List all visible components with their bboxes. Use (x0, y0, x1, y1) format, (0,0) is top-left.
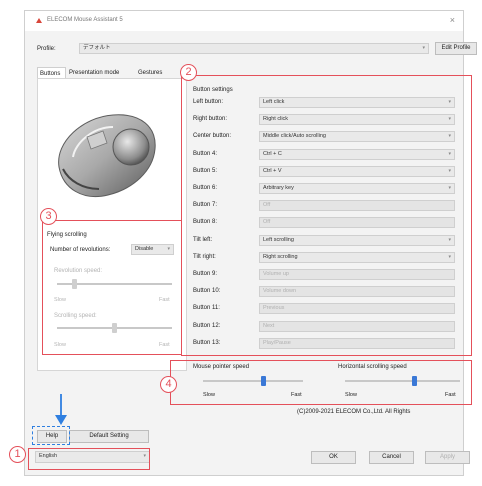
app-icon (36, 18, 42, 23)
trackball-mouse-image (58, 114, 156, 197)
annotation-2: 2 (180, 64, 197, 81)
profile-select[interactable]: デフォルト ▾ (79, 43, 429, 54)
button-settings-highlight (181, 75, 472, 356)
arrow-down-icon (55, 394, 67, 425)
close-icon[interactable]: × (450, 15, 455, 25)
profile-value: デフォルト (83, 45, 111, 51)
copyright-text: (C)2009-2021 ELECOM Co.,Ltd. All Rights (297, 409, 411, 415)
apply-button[interactable]: Apply (425, 451, 470, 464)
language-highlight (28, 448, 150, 470)
ok-button[interactable]: OK (311, 451, 356, 464)
cancel-button[interactable]: Cancel (369, 451, 414, 464)
edit-profile-button[interactable]: Edit Profile (435, 42, 477, 55)
title-bar: ELECOM Mouse Assistant 5 × (25, 11, 463, 31)
help-highlight (32, 426, 70, 445)
annotation-4: 4 (160, 376, 177, 393)
default-setting-button[interactable]: Default Setting (69, 430, 149, 443)
chevron-down-icon: ▾ (422, 45, 425, 51)
flying-scrolling-highlight (42, 220, 182, 355)
speed-highlight (170, 360, 472, 405)
profile-label: Profile: (37, 46, 56, 52)
annotation-1: 1 (9, 446, 26, 463)
window-title: ELECOM Mouse Assistant 5 (47, 17, 123, 23)
annotation-3: 3 (40, 208, 57, 225)
